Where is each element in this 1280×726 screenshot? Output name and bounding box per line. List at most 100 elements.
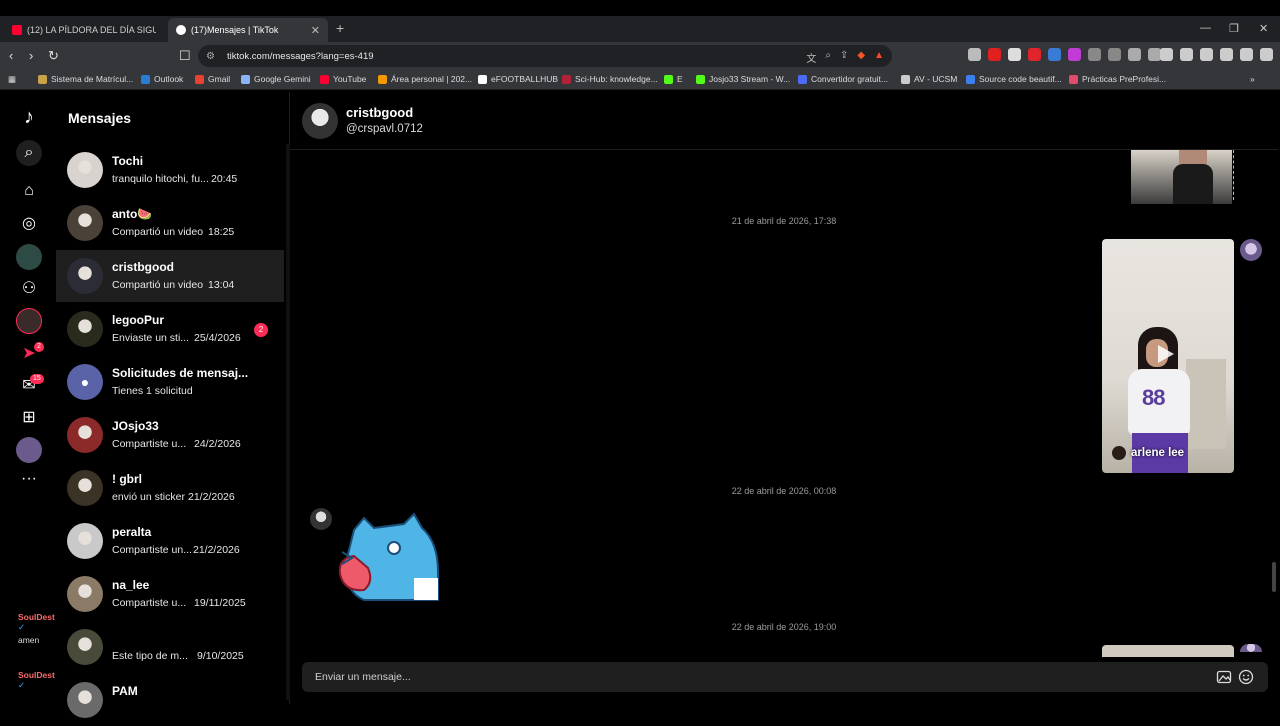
chat-avatar[interactable] <box>302 103 338 139</box>
chat-scrollbar[interactable] <box>1272 562 1276 592</box>
image-upload-icon[interactable] <box>1216 669 1232 685</box>
bookmark-page-icon[interactable]: ☐ <box>179 48 191 64</box>
extension-icon[interactable] <box>1068 48 1081 61</box>
bookmark-item[interactable]: Google Gemini <box>241 74 311 84</box>
bookmark-item[interactable]: eFOOTBALLHUB <box>478 74 558 84</box>
bookmark-item[interactable]: Prácticas PreProfesi... <box>1069 74 1166 84</box>
bookmark-item[interactable]: Sistema de Matrícul... <box>38 74 133 84</box>
bookmark-item[interactable]: Outlook <box>141 74 183 84</box>
friends-icon[interactable]: ⚇ <box>16 275 42 301</box>
close-window-icon[interactable]: ✕ <box>1259 22 1268 35</box>
minimize-window-icon[interactable]: — <box>1200 22 1211 34</box>
tiktok-app: ♪ ⌕ ⌂ ◎ ⚇ ➤ 2 ✉ 15 ⊞ ··· SoulDest ✓ amen… <box>2 92 1278 718</box>
conversation-item[interactable]: ! gbrl envió un sticker 21/2/2026 <box>56 462 284 514</box>
conversation-item[interactable]: peralta Compartiste un... 21/2/2026 <box>56 515 284 567</box>
chat-name[interactable]: cristbgood <box>346 105 413 120</box>
conversation-preview: envió un sticker <box>112 491 185 503</box>
more-icon[interactable]: ··· <box>16 466 42 492</box>
bookmark-item[interactable]: YouTube <box>320 74 366 84</box>
browser-tab-youtube[interactable]: (12) LA PÍLDORA DEL DÍA SIGUIENTE <box>4 18 164 42</box>
leo-ai-icon[interactable] <box>1220 48 1233 61</box>
puzzle-extensions-icon[interactable] <box>1128 48 1141 61</box>
menu-icon[interactable] <box>1260 48 1273 61</box>
extension-icon[interactable] <box>1008 48 1021 61</box>
conversation-item[interactable]: legooPur Enviaste un sti... 25/4/2026 2 <box>56 303 284 355</box>
emoji-icon[interactable] <box>1238 669 1254 685</box>
bookmark-item[interactable]: Sci-Hub: knowledge... <box>562 74 658 84</box>
conversation-name: ! gbrl <box>112 472 142 486</box>
conversation-item[interactable]: Este tipo de m... 9/10/2025 <box>56 621 284 673</box>
apps-grid-icon[interactable]: ▦ <box>8 74 16 85</box>
conversation-name: Tochi <box>112 154 144 168</box>
share-icon[interactable]: ⇪ <box>840 50 848 65</box>
conversation-item[interactable]: JOsjo33 Compartiste u... 24/2/2026 <box>56 409 284 461</box>
bookmark-item[interactable]: Convertidor gratuit... <box>798 74 888 84</box>
bookmark-favicon-icon <box>378 74 387 84</box>
bookmark-item[interactable]: Josjo33 Stream - W... <box>696 74 790 84</box>
conversation-item[interactable]: ● Solicitudes de mensaj... Tienes 1 solici… <box>56 356 284 408</box>
search-icon[interactable]: ⌕ <box>16 140 42 166</box>
my-avatar[interactable] <box>1240 239 1262 261</box>
upload-icon[interactable]: ⊞ <box>16 404 42 430</box>
bookmark-label: eFOOTBALLHUB <box>491 74 559 84</box>
extension-icon[interactable] <box>1088 48 1101 61</box>
bookmark-label: Source code beautif... <box>979 74 1062 84</box>
live-note[interactable]: SoulDest ✓ <box>18 670 56 691</box>
tiktok-logo-icon[interactable]: ♪ <box>16 104 42 130</box>
profile-avatar-icon[interactable] <box>16 437 42 463</box>
conversation-item[interactable]: PAM <box>56 674 284 726</box>
home-icon[interactable]: ⌂ <box>16 178 42 204</box>
shared-video-thumbnail[interactable] <box>1131 150 1232 204</box>
conversation-item[interactable]: na_lee Compartiste u... 19/11/2025 <box>56 568 284 620</box>
conversation-item[interactable]: Tochi tranquilo hitochi, fu... 20:45 <box>56 144 284 196</box>
shared-video-thumbnail[interactable] <box>1102 645 1234 657</box>
bookmark-item[interactable]: Área personal | 202... <box>378 74 472 84</box>
close-tab-icon[interactable]: ✕ <box>311 24 320 37</box>
my-avatar[interactable] <box>1240 644 1262 652</box>
address-bar[interactable]: ⚙ tiktok.com/messages?lang=es-419 文 ⌕ ⇪ … <box>198 45 892 67</box>
left-nav-rail: ♪ ⌕ ⌂ ◎ ⚇ ➤ 2 ✉ 15 ⊞ ··· SoulDest ✓ amen… <box>2 92 56 704</box>
live-note[interactable]: SoulDest ✓ amen <box>18 612 56 645</box>
more-bookmarks-icon[interactable]: » <box>1250 74 1255 84</box>
brave-rewards-icon[interactable]: ▲ <box>874 50 884 65</box>
maximize-window-icon[interactable]: ❐ <box>1229 22 1239 35</box>
browser-tab-tiktok[interactable]: (17)Mensajes | TikTok ✕ <box>168 18 328 42</box>
vpn-icon[interactable] <box>1240 48 1253 61</box>
live-icon[interactable] <box>16 308 42 334</box>
zoom-icon[interactable]: ⌕ <box>825 50 831 65</box>
conversation-name: Solicitudes de mensaj... <box>112 366 249 380</box>
message-input[interactable] <box>315 668 1195 686</box>
extension-icon[interactable] <box>988 48 1001 61</box>
bookmark-item[interactable]: Source code beautif... <box>966 74 1062 84</box>
following-avatar-icon[interactable] <box>16 244 42 270</box>
sender-avatar[interactable] <box>310 508 332 530</box>
bookmark-label: Prácticas PreProfesi... <box>1082 74 1167 84</box>
bookmark-item[interactable]: AV - UCSM <box>901 74 957 84</box>
new-tab-icon[interactable]: + <box>336 20 344 36</box>
bookmark-item[interactable]: Gmail <box>195 74 230 84</box>
conversation-time: 20:45 <box>211 173 238 185</box>
shared-video-card[interactable]: 88 arlene lee <box>1102 239 1234 473</box>
bookmark-label: Outlook <box>154 74 184 84</box>
sidebar-icon[interactable] <box>1180 48 1193 61</box>
explore-compass-icon[interactable]: ◎ <box>16 210 42 236</box>
extension-icon[interactable] <box>1108 48 1121 61</box>
back-icon[interactable]: ‹ <box>9 48 13 63</box>
translate-icon[interactable]: 文 <box>806 50 816 65</box>
conversation-item[interactable]: cristbgood Compartió un video 13:04 <box>56 250 284 302</box>
wallet-icon[interactable] <box>1200 48 1213 61</box>
extension-icon[interactable] <box>968 48 981 61</box>
conversation-name: na_lee <box>112 578 150 592</box>
sticker-message[interactable] <box>334 512 444 604</box>
reload-icon[interactable]: ↻ <box>48 48 59 64</box>
brave-shield-icon[interactable]: ◆ <box>857 50 865 65</box>
conversation-item[interactable]: anto🍉 Compartió un video 18:25 <box>56 197 284 249</box>
extension-icon[interactable] <box>1048 48 1061 61</box>
extension-icon[interactable] <box>1028 48 1041 61</box>
chat-username[interactable]: @crspavl.0712 <box>346 123 423 135</box>
media-icon[interactable] <box>1160 48 1173 61</box>
bookmark-item[interactable]: E <box>664 74 683 84</box>
forward-icon[interactable]: › <box>29 48 33 63</box>
site-info-icon[interactable]: ⚙ <box>206 51 215 62</box>
tab-title: (12) LA PÍLDORA DEL DÍA SIGUIENTE <box>27 25 156 35</box>
